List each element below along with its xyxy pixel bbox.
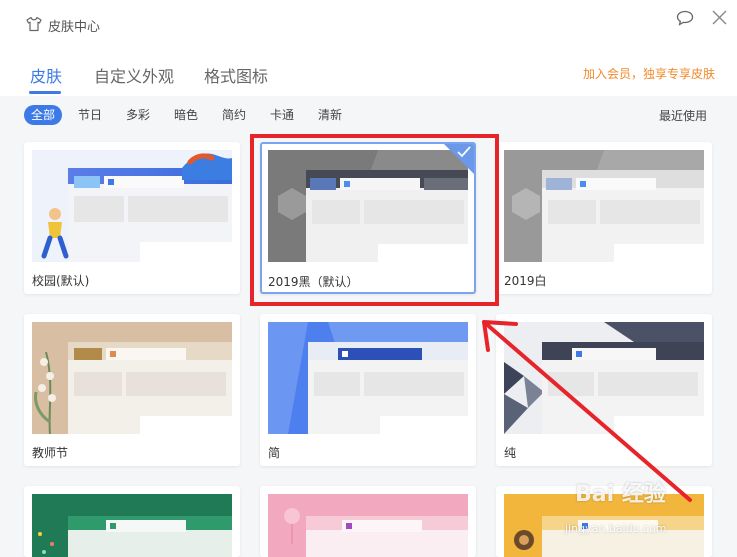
skin-label: 纯 <box>504 446 517 460</box>
skin-label: 2019白 <box>504 274 547 288</box>
skin-card-pure[interactable]: 纯 <box>496 314 712 466</box>
window-title: 皮肤中心 <box>48 20 101 35</box>
skin-label: 2019黑（默认） <box>268 275 359 289</box>
skin-label: 简 <box>268 446 281 460</box>
skin-preview <box>504 322 704 434</box>
skin-card-green[interactable] <box>24 486 240 557</box>
filter-bar: 全部 节日 多彩 暗色 简约 卡通 清新 最近使用 <box>0 96 737 132</box>
close-icon[interactable] <box>711 9 728 26</box>
skin-preview <box>504 494 704 557</box>
filter-festival[interactable]: 节日 <box>71 105 109 125</box>
skin-preview <box>32 322 232 434</box>
skin-preview <box>268 322 468 434</box>
filter-colorful[interactable]: 多彩 <box>119 105 157 125</box>
skin-preview <box>268 494 468 557</box>
skin-card-2019-white[interactable]: 2019白 <box>496 142 712 294</box>
skin-preview <box>32 494 232 557</box>
active-tab-indicator <box>29 91 61 94</box>
filter-cartoon[interactable]: 卡通 <box>263 105 301 125</box>
skin-preview <box>268 150 468 262</box>
title-bar: 皮肤中心 <box>0 0 737 48</box>
feedback-icon[interactable] <box>676 10 694 26</box>
filter-fresh[interactable]: 清新 <box>311 105 349 125</box>
skin-label: 校园(默认) <box>32 274 90 288</box>
skin-card-pink[interactable] <box>260 486 476 557</box>
shirt-icon <box>26 16 42 32</box>
skin-label: 教师节 <box>32 446 69 460</box>
skin-card-simple[interactable]: 简 <box>260 314 476 466</box>
skin-card-yellow[interactable] <box>496 486 712 557</box>
skin-card-2019-black[interactable]: 2019黑（默认） <box>260 142 476 294</box>
filter-dark[interactable]: 暗色 <box>167 105 205 125</box>
filter-all[interactable]: 全部 <box>24 105 63 125</box>
tab-format-icons[interactable]: 格式图标 <box>204 63 268 87</box>
tab-bar: 皮肤 自定义外观 格式图标 加入会员，独享专享皮肤 <box>0 56 737 94</box>
skin-card-campus[interactable]: 校园(默认) <box>24 142 240 294</box>
recent-used-link[interactable]: 最近使用 <box>659 107 707 124</box>
check-icon <box>457 146 471 158</box>
vip-link[interactable]: 加入会员，独享专享皮肤 <box>583 65 715 82</box>
tab-skin[interactable]: 皮肤 <box>30 63 62 87</box>
filter-simple[interactable]: 简约 <box>215 105 253 125</box>
skin-card-teachers-day[interactable]: 教师节 <box>24 314 240 466</box>
skin-preview <box>32 150 232 262</box>
tab-custom-appearance[interactable]: 自定义外观 <box>94 63 174 87</box>
skin-preview <box>504 150 704 262</box>
